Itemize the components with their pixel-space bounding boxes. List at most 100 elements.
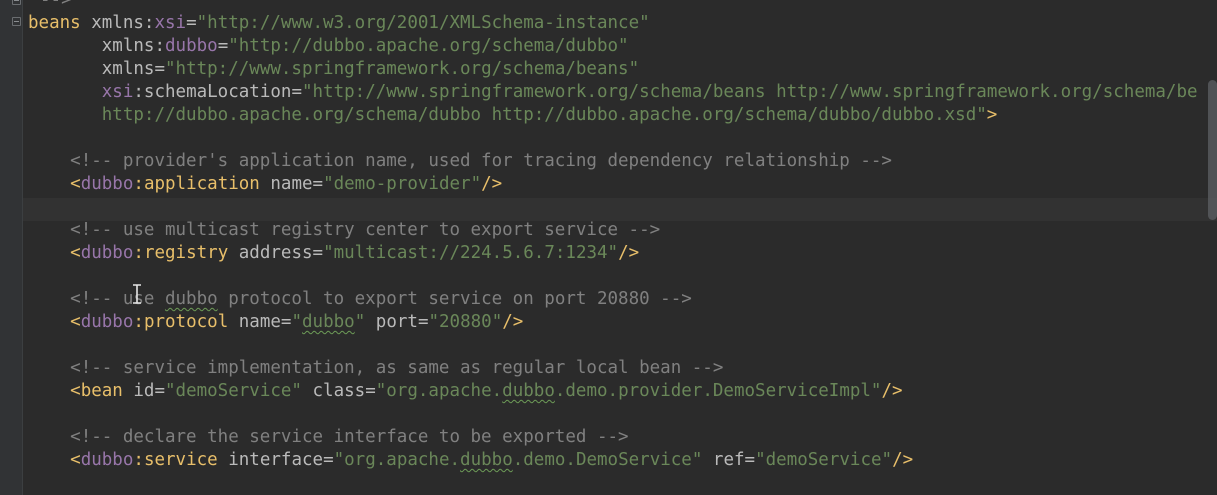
code-token: protocol — [143, 312, 229, 332]
code-token: = — [154, 59, 165, 79]
code-token: service — [143, 450, 218, 470]
code-token: xmlns — [101, 36, 155, 56]
code-token: "http://www.springframework.org/schema/b… — [165, 59, 640, 79]
code-token: = — [323, 450, 334, 470]
code-token: = — [312, 243, 324, 263]
fold-collapse-icon[interactable] — [12, 0, 21, 5]
code-token: port — [365, 312, 418, 332]
code-line: <bean id="demoService" class="org.apache… — [28, 380, 902, 403]
vertical-scrollbar[interactable] — [1208, 80, 1217, 220]
code-token: .demo.DemoService" — [512, 450, 703, 470]
code-line: <dubbo:application name="demo-provider"/… — [28, 173, 502, 196]
code-line: <!-- use dubbo protocol to export servic… — [28, 288, 692, 311]
code-token: beans — [28, 13, 81, 33]
code-line: <!-- declare the service interface to be… — [28, 426, 629, 449]
code-token: < — [70, 243, 81, 263]
code-token: = — [365, 381, 376, 401]
code-token: "org.apache. — [375, 381, 503, 401]
code-token: interface — [217, 450, 324, 470]
code-line: <!-- use multicast registry center to ex… — [28, 219, 660, 242]
code-token: name — [228, 312, 281, 332]
code-token: ref — [702, 450, 745, 470]
code-token: xmlns — [101, 59, 155, 79]
code-token: : — [133, 450, 144, 470]
code-token: <!-- declare the service interface to be… — [70, 427, 629, 447]
code-token: dubbo — [460, 450, 513, 470]
gutter-divider — [22, 0, 23, 495]
code-token: dubbo — [80, 174, 134, 194]
code-line: <dubbo:protocol name="dubbo" port="20880… — [28, 311, 523, 334]
code-line: xmlns="http://www.springframework.org/sc… — [28, 58, 639, 81]
editor-gutter — [0, 0, 22, 495]
code-token: = — [154, 381, 165, 401]
fold-collapse-icon[interactable] — [12, 17, 21, 26]
code-token: <!-- provider's application name, used f… — [70, 151, 892, 171]
code-token: /> — [481, 174, 503, 194]
code-line: <!-- service implementation, as same as … — [28, 357, 723, 380]
code-token: = — [744, 450, 756, 470]
code-token: "http://www.w3.org/2001/XMLSchema-instan… — [196, 13, 650, 33]
code-token: <!-- use multicast registry center to ex… — [70, 220, 661, 240]
code-token: "demoService" — [755, 450, 893, 470]
code-token: dubbo — [165, 36, 218, 56]
code-token: registry — [143, 243, 229, 263]
code-token: = — [417, 312, 429, 332]
code-line: xsi:schemaLocation="http://www.springfra… — [28, 81, 1198, 104]
code-token: > — [986, 105, 998, 125]
code-token: <bean — [70, 381, 123, 401]
code-token: http://dubbo.apache.org/schema/dubbo htt… — [101, 105, 987, 125]
code-token: "http://dubbo.apache.org/schema/dubbo" — [228, 36, 629, 56]
code-token: : — [154, 36, 165, 56]
code-token: <!-- use — [70, 289, 165, 309]
code-token: = — [312, 174, 324, 194]
code-token: application — [143, 174, 260, 194]
code-token: "org.apache. — [333, 450, 461, 470]
code-token: "20880" — [428, 312, 503, 332]
code-token: name — [259, 174, 313, 194]
code-token: : — [133, 312, 144, 332]
code-line: <!-- provider's application name, used f… — [28, 150, 892, 173]
code-token: : — [133, 174, 144, 194]
code-token: : — [133, 82, 144, 102]
code-token: " — [354, 312, 366, 332]
code-token: dubbo — [302, 312, 355, 332]
code-token: "demo-provider" — [323, 174, 482, 194]
code-token: " — [291, 312, 303, 332]
code-token: "multicast://224.5.6.7:1234" — [323, 243, 619, 263]
code-editor[interactable]: --> beans xmlns:xsi="http://www.w3.org/20… — [0, 0, 1217, 495]
code-line: beans xmlns:xsi="http://www.w3.org/2001/… — [28, 12, 650, 35]
code-token: = — [280, 312, 292, 332]
code-token: : — [133, 243, 144, 263]
code-token: : — [143, 13, 155, 33]
code-token: address — [228, 243, 313, 263]
code-token: = — [186, 13, 197, 33]
code-token: "http://www.springframework.org/schema/b… — [301, 82, 1198, 102]
text-cursor-icon — [133, 284, 141, 304]
code-token: xsi — [101, 82, 134, 102]
code-line: http://dubbo.apache.org/schema/dubbo htt… — [28, 104, 998, 127]
code-line: <dubbo:registry address="multicast://224… — [28, 242, 639, 265]
code-token: < — [70, 450, 81, 470]
code-token: --> — [40, 0, 72, 10]
code-token: xsi — [154, 13, 187, 33]
code-token: /> — [892, 450, 914, 470]
code-token: .demo.provider.DemoServiceImpl" — [554, 381, 882, 401]
code-token: dubbo — [80, 243, 134, 263]
code-line: --> — [40, 0, 72, 12]
code-token: schemaLocation — [143, 82, 292, 102]
code-token: dubbo — [80, 312, 134, 332]
code-area[interactable]: --> beans xmlns:xsi="http://www.w3.org/20… — [28, 0, 1208, 495]
code-token: dubbo — [502, 381, 555, 401]
